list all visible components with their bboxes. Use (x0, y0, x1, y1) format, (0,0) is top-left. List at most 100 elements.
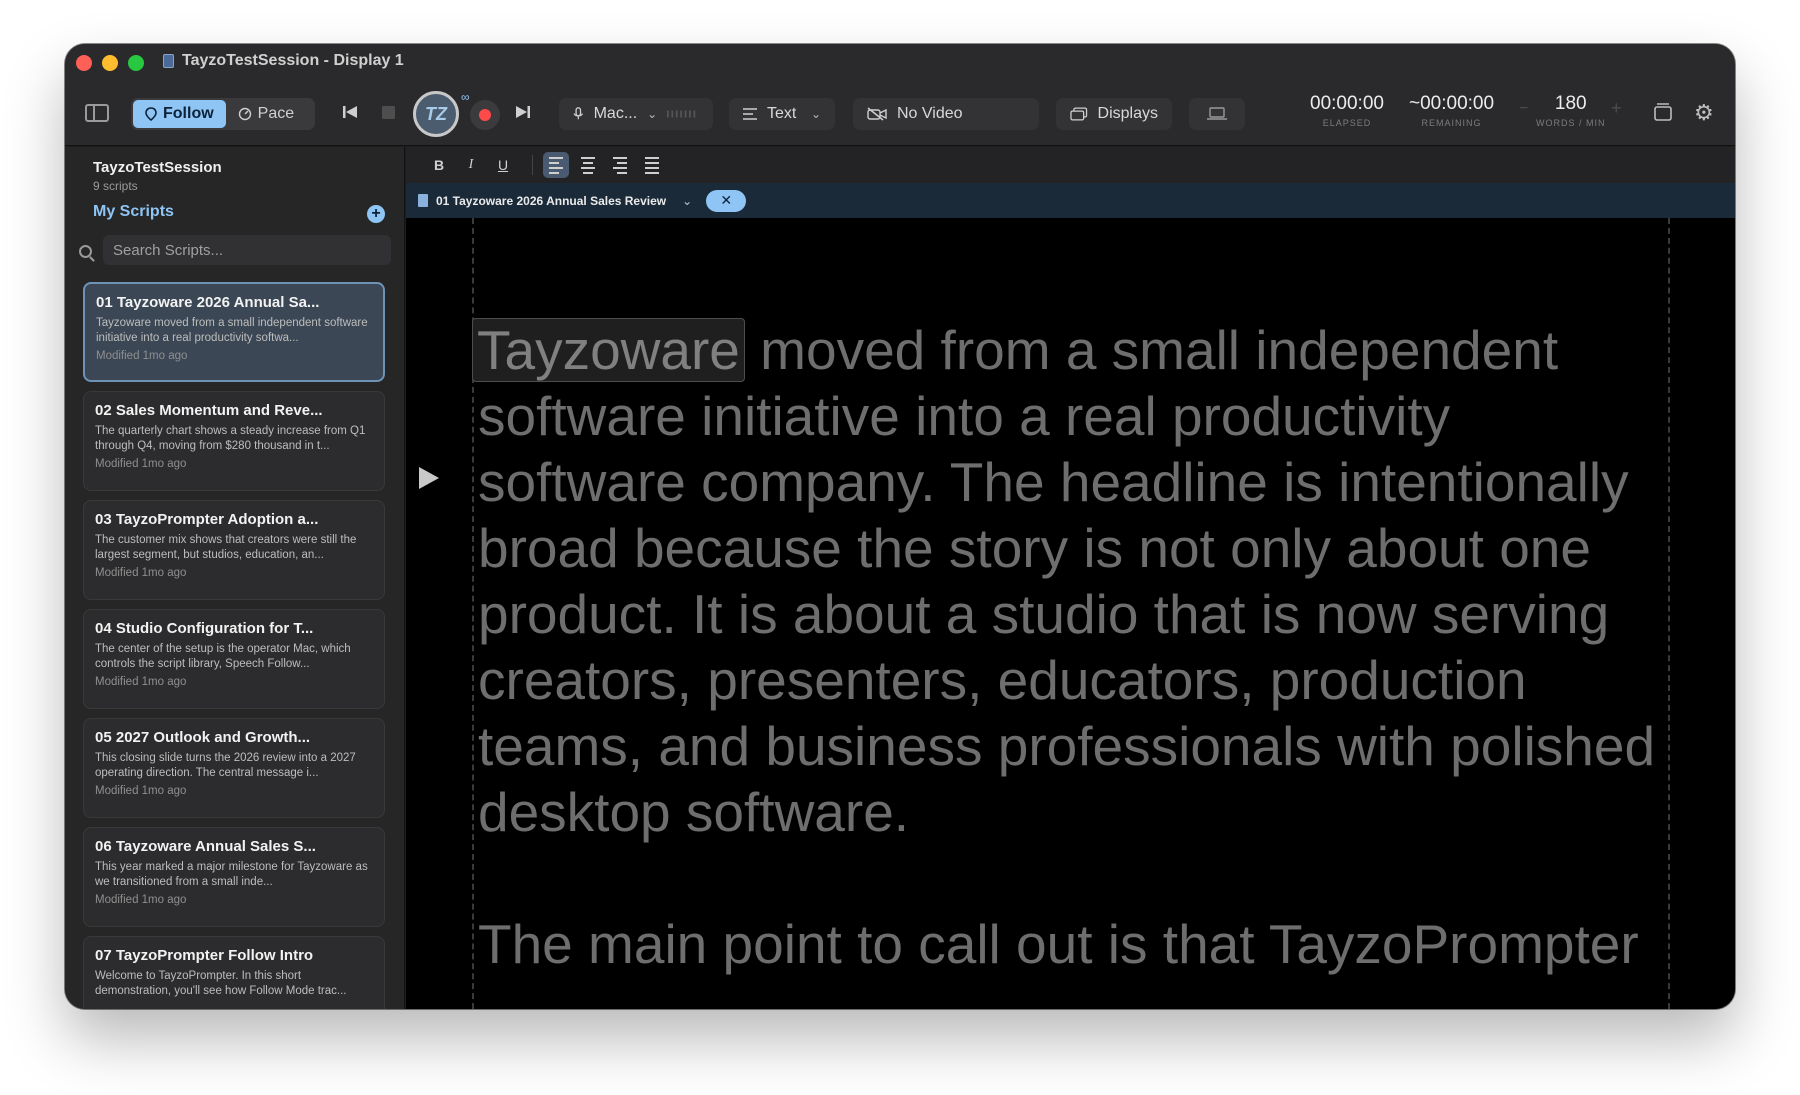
monitor-icon (1207, 107, 1227, 120)
chevron-down-icon: ⌄ (810, 107, 821, 121)
mode-segmented-control: Follow Pace (131, 98, 315, 130)
align-left-icon (549, 156, 563, 174)
add-script-button[interactable]: + (367, 205, 385, 223)
view-mode-label: Text (767, 105, 797, 122)
microphone-icon (573, 107, 583, 120)
script-card-06[interactable]: 06 Tayzoware Annual Sales S... This year… (83, 827, 385, 927)
link-icon: ∞ (461, 90, 470, 104)
words-per-minute-label: WORDS / MIN (1536, 118, 1606, 128)
skip-back-icon (343, 106, 357, 118)
elapsed-readout: 00:00:00 ELAPSED (1310, 93, 1384, 128)
close-tab-button[interactable]: ✕ (706, 189, 747, 212)
window-title: TayzoTestSession - Display 1 (163, 52, 404, 70)
gear-icon: ⚙ (1694, 100, 1714, 125)
script-text[interactable]: Tayzoware moved from a small independent… (472, 317, 1668, 1009)
words-per-minute-value: 180 (1554, 93, 1587, 114)
align-center-button[interactable] (575, 152, 601, 178)
script-card-snippet: Tayzoware moved from a small independent… (96, 317, 368, 344)
app-logo-button[interactable]: TZ (413, 91, 459, 137)
view-mode-select[interactable]: Text ⌄ (729, 98, 835, 130)
remaining-time: ~00:00:00 (1409, 93, 1495, 114)
settings-button[interactable]: ⚙ (1694, 100, 1714, 126)
script-tab-title[interactable]: 01 Tayzoware 2026 Annual Sales Review (436, 194, 666, 208)
zoom-window-button[interactable] (128, 55, 144, 71)
plus-icon: + (1611, 98, 1622, 118)
align-right-button[interactable] (607, 152, 633, 178)
bold-button[interactable]: B (426, 152, 452, 178)
current-word-highlight: Tayzoware (472, 318, 745, 382)
displays-icon (1070, 107, 1088, 121)
stop-button[interactable] (382, 106, 395, 119)
script-count: 9 scripts (93, 179, 138, 193)
logo-text: TZ (425, 103, 447, 124)
displays-label: Displays (1097, 105, 1158, 122)
follow-mode-button[interactable]: Follow (133, 100, 226, 128)
text-lines-icon (743, 108, 757, 120)
script-card-title: 07 TayzoPrompter Follow Intro (95, 947, 314, 964)
script-card-title: 05 2027 Outlook and Growth... (95, 729, 311, 746)
script-card-modified: Modified 1mo ago (96, 350, 188, 362)
script-paragraph: Tayzoware moved from a small independent… (472, 317, 1668, 845)
justify-button[interactable] (639, 152, 665, 178)
skip-forward-button[interactable] (515, 104, 531, 120)
paragraph-text: The main point to call out is that Tayzo… (478, 913, 1639, 975)
elapsed-time: 00:00:00 (1310, 93, 1384, 114)
reading-position-marker-icon (419, 467, 439, 489)
remaining-readout: ~00:00:00 REMAINING (1409, 93, 1494, 128)
decrease-speed-button[interactable]: − (1519, 100, 1528, 118)
script-card-07[interactable]: 07 TayzoPrompter Follow Intro Welcome to… (83, 936, 385, 1009)
follow-icon (145, 107, 157, 121)
script-card-modified: Modified 1mo ago (95, 567, 187, 579)
pace-mode-button[interactable]: Pace (226, 100, 306, 128)
underline-button[interactable]: U (490, 152, 516, 178)
align-left-button[interactable] (543, 152, 569, 178)
plus-icon: + (371, 205, 381, 222)
search-scripts-input[interactable] (103, 235, 391, 265)
increase-speed-button[interactable]: + (1611, 98, 1622, 119)
minimize-window-button[interactable] (102, 55, 118, 71)
toolbar: Follow Pace TZ ∞ Mac... ⌄ Text ⌄ No Vide… (65, 90, 1735, 146)
sidebar-toggle-icon[interactable] (85, 104, 109, 122)
script-card-snippet: The center of the setup is the operator … (95, 643, 351, 670)
paragraph-text: moved from a small independent software … (478, 319, 1656, 843)
script-card-02[interactable]: 02 Sales Momentum and Reve... The quarte… (83, 391, 385, 491)
justify-icon (645, 156, 659, 174)
skip-back-button[interactable] (342, 104, 358, 120)
italic-button[interactable]: I (458, 152, 484, 178)
script-card-modified: Modified 1mo ago (95, 458, 187, 470)
script-card-snippet: Welcome to TayzoPrompter. In this short … (95, 970, 347, 997)
chevron-down-icon: ⌄ (647, 107, 658, 121)
script-card-03[interactable]: 03 TayzoPrompter Adoption a... The custo… (83, 500, 385, 600)
script-card-title: 01 Tayzoware 2026 Annual Sa... (96, 294, 320, 311)
script-card-snippet: The quarterly chart shows a steady incre… (95, 425, 366, 452)
script-card-title: 02 Sales Momentum and Reve... (95, 402, 323, 419)
script-card-05[interactable]: 05 2027 Outlook and Growth... This closi… (83, 718, 385, 818)
script-paragraph: The main point to call out is that Tayzo… (478, 911, 1668, 977)
microphone-select[interactable]: Mac... ⌄ (559, 98, 713, 130)
script-card-modified: Modified 1mo ago (95, 785, 187, 797)
skip-forward-icon (516, 106, 530, 118)
format-toolbar: B I U (406, 147, 1735, 183)
align-right-icon (613, 156, 627, 174)
external-display-button[interactable] (1189, 98, 1245, 130)
minus-icon: − (1519, 100, 1529, 117)
panel-button[interactable] (1653, 102, 1673, 122)
script-card-modified: Modified 1mo ago (95, 676, 187, 688)
close-window-button[interactable] (76, 55, 92, 71)
displays-button[interactable]: Displays (1056, 98, 1172, 130)
remaining-label: REMAINING (1421, 118, 1482, 128)
pace-icon (238, 107, 251, 121)
script-card-title: 04 Studio Configuration for T... (95, 620, 314, 637)
chevron-down-icon[interactable]: ⌄ (682, 194, 692, 208)
right-margin-guide[interactable] (1668, 218, 1670, 1009)
video-source-select[interactable]: No Video (853, 98, 1039, 130)
my-scripts-heading: My Scripts (93, 203, 174, 220)
script-card-01[interactable]: 01 Tayzoware 2026 Annual Sa... Tayzoware… (83, 282, 385, 382)
record-button[interactable] (470, 100, 500, 130)
session-title: TayzoTestSession (93, 159, 222, 176)
elapsed-label: ELAPSED (1322, 118, 1372, 128)
script-card-snippet: The customer mix shows that creators wer… (95, 534, 357, 561)
document-icon (418, 194, 428, 207)
pace-mode-label: Pace (257, 105, 295, 122)
script-card-04[interactable]: 04 Studio Configuration for T... The cen… (83, 609, 385, 709)
